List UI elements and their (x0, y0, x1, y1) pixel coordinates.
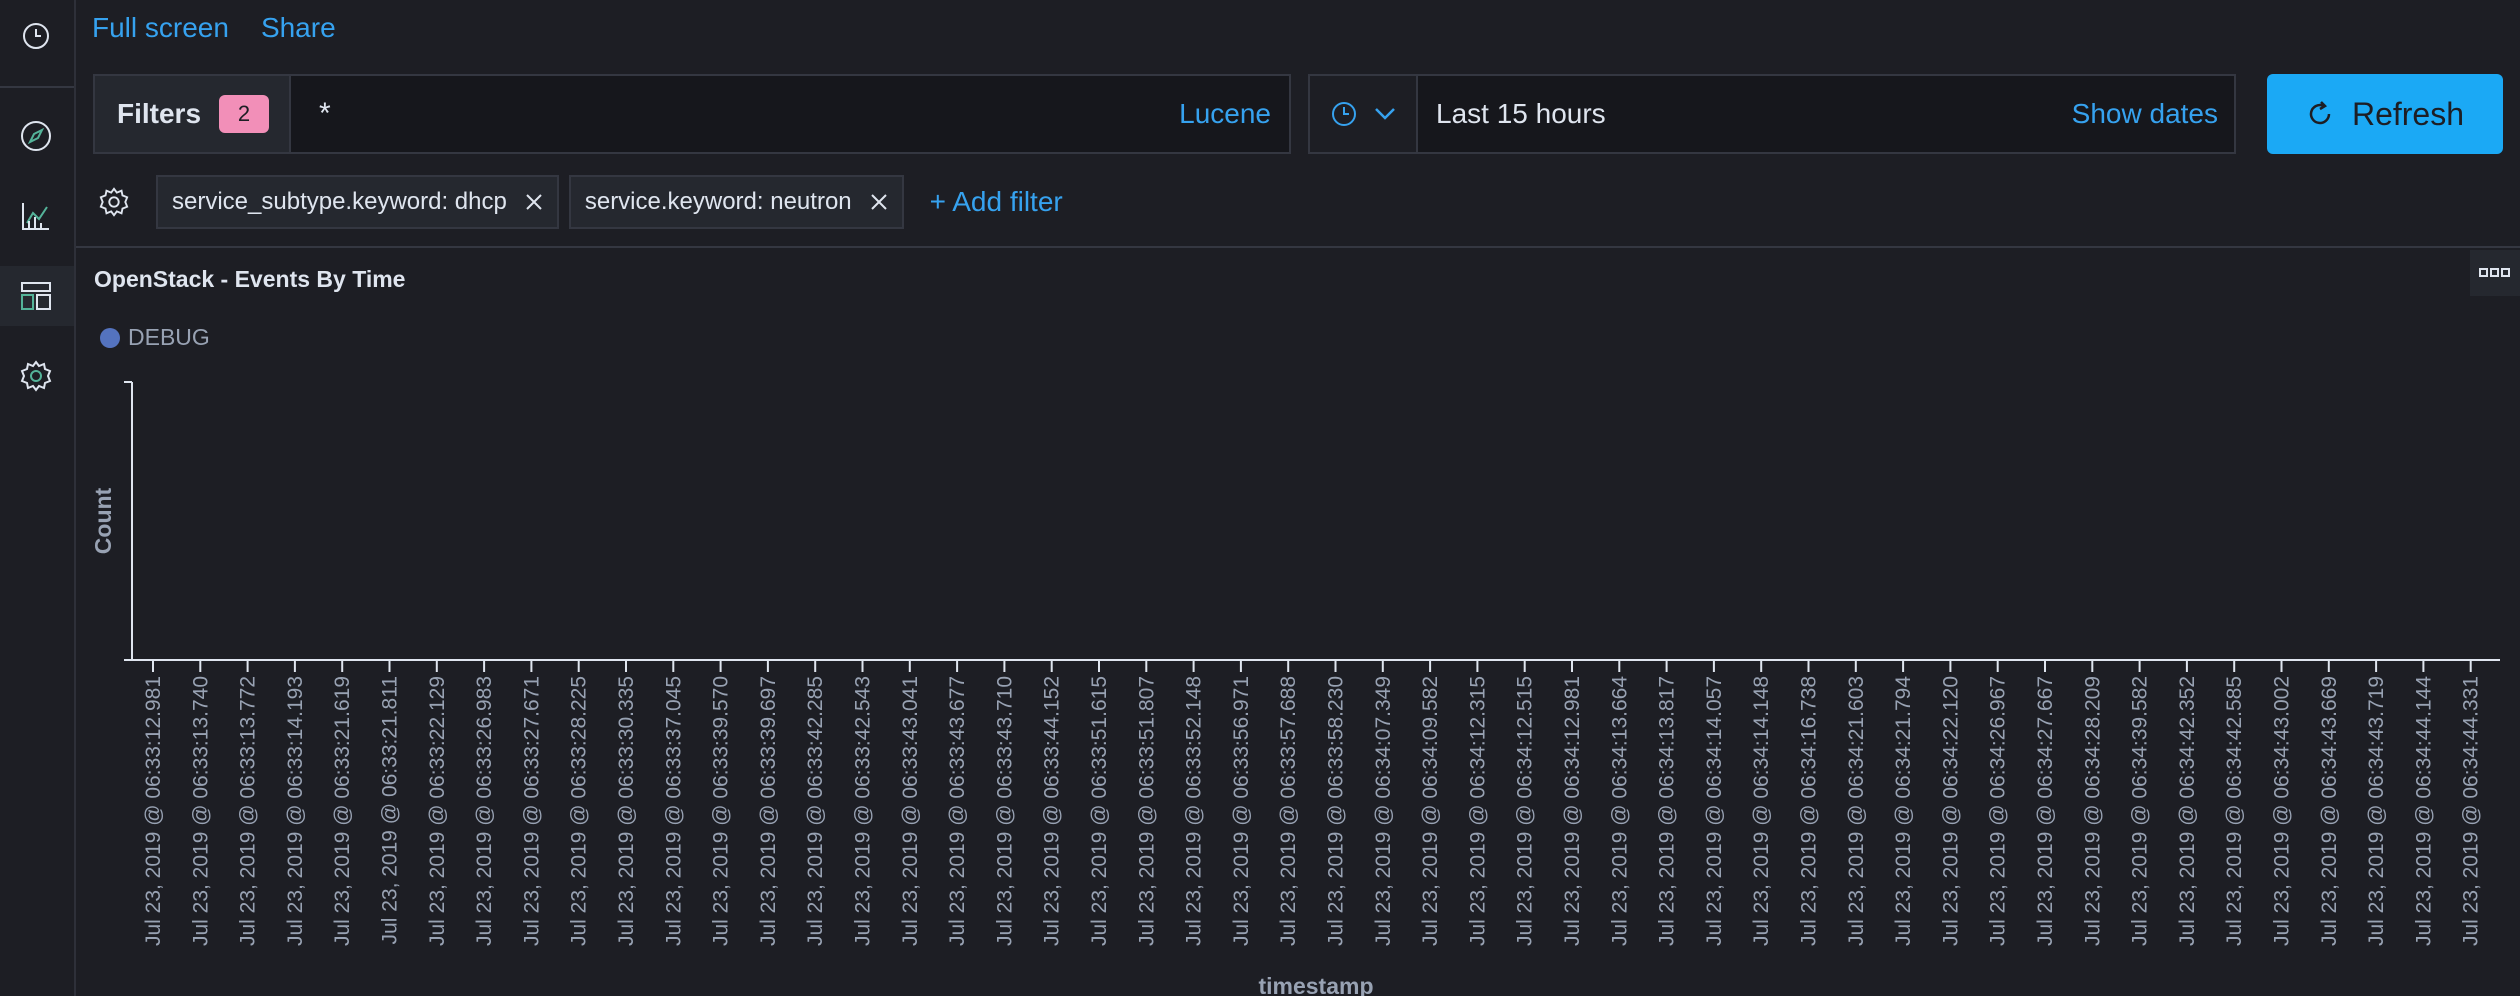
filters-count-badge: 2 (219, 95, 270, 133)
filters-label: Filters (117, 98, 202, 129)
events-chart: Count Jul 23, 2019 @ 06:33:12.981 Jul 23, … (90, 381, 2500, 996)
close-icon[interactable] (870, 193, 888, 211)
x-tick-label: Jul 23, 2019 @ 06:33:30.335 (615, 676, 638, 946)
x-tick-label: Jul 23, 2019 @ 06:34:39.582 (2129, 676, 2152, 946)
x-tick-label: Jul 23, 2019 @ 06:34:22.120 (1939, 676, 1962, 946)
panel-title: OpenStack - Events By Time (94, 266, 406, 292)
x-tick-label: Jul 23, 2019 @ 06:34:42.352 (2176, 676, 2199, 946)
query-input[interactable]: * (291, 97, 1179, 131)
legend-dot-debug[interactable] (100, 327, 120, 348)
full-screen-link[interactable]: Full screen (92, 12, 229, 44)
x-tick-label: Jul 23, 2019 @ 06:34:43.002 (2271, 676, 2294, 946)
x-tick-label: Jul 23, 2019 @ 06:33:21.619 (331, 676, 354, 946)
time-picker: Last 15 hours Show dates (1308, 74, 2236, 154)
x-tick-label: Jul 23, 2019 @ 06:33:26.983 (473, 676, 496, 946)
x-tick-label: Jul 23, 2019 @ 06:34:26.967 (1987, 676, 2010, 946)
x-tick-label: Jul 23, 2019 @ 06:33:43.041 (899, 676, 922, 946)
filter-settings-button[interactable] (92, 174, 136, 230)
panel-options-button[interactable] (2470, 250, 2520, 296)
x-tick-label: Jul 23, 2019 @ 06:33:51.615 (1088, 676, 1111, 946)
x-tick-label: Jul 23, 2019 @ 06:34:07.349 (1372, 676, 1395, 946)
time-range-text[interactable]: Last 15 hours (1418, 98, 2072, 130)
x-tick-label: Jul 23, 2019 @ 06:33:39.570 (710, 676, 733, 946)
refresh-label: Refresh (2351, 95, 2465, 132)
filter-bar: service_subtype.keyword: dhcp service.ke… (92, 174, 1063, 230)
clock-icon[interactable] (8, 8, 64, 64)
refresh-button[interactable]: Refresh (2267, 74, 2503, 154)
gear-icon (99, 187, 129, 217)
x-tick-label: Jul 23, 2019 @ 06:34:12.981 (1561, 676, 1584, 946)
x-tick-label: Jul 23, 2019 @ 06:34:16.738 (1798, 676, 1821, 946)
x-tick-label: Jul 23, 2019 @ 06:34:28.209 (2081, 676, 2104, 946)
chart-icon[interactable] (8, 188, 64, 244)
x-tick-label: Jul 23, 2019 @ 06:34:42.585 (2223, 676, 2246, 946)
x-tick-label: Jul 23, 2019 @ 06:33:22.129 (426, 676, 449, 946)
chevron-down-icon (1375, 108, 1395, 120)
x-tick-label: Jul 23, 2019 @ 06:33:42.285 (804, 676, 827, 946)
chart-legend: DEBUG (100, 324, 210, 351)
x-tick-label: Jul 23, 2019 @ 06:33:44.152 (1041, 676, 1064, 946)
x-tick-label: Jul 23, 2019 @ 06:34:09.582 (1419, 676, 1442, 946)
x-tick-label: Jul 23, 2019 @ 06:33:28.225 (568, 676, 591, 946)
x-tick-label: Jul 23, 2019 @ 06:33:57.688 (1277, 676, 1300, 946)
x-tick-label: Jul 23, 2019 @ 06:33:21.811 (379, 676, 402, 944)
x-tick-label: Jul 23, 2019 @ 06:34:43.719 (2365, 676, 2388, 946)
side-divider (0, 86, 74, 88)
compass-icon[interactable] (8, 108, 64, 164)
x-tick-label: Jul 23, 2019 @ 06:33:37.045 (662, 676, 685, 946)
close-icon[interactable] (525, 193, 543, 211)
x-tick-label: Jul 23, 2019 @ 06:33:39.697 (757, 676, 780, 946)
x-tick-label: Jul 23, 2019 @ 06:33:43.710 (993, 676, 1016, 946)
x-tick-label: Jul 23, 2019 @ 06:34:21.603 (1845, 676, 1868, 946)
refresh-icon (2309, 101, 2331, 125)
dashboard-icon[interactable] (8, 268, 64, 324)
x-tick-label: Jul 23, 2019 @ 06:34:21.794 (1892, 676, 1915, 946)
quick-time-button[interactable] (1310, 76, 1418, 152)
x-tick-label: Jul 23, 2019 @ 06:34:13.664 (1608, 676, 1631, 946)
x-tick-label: Jul 23, 2019 @ 06:34:14.148 (1750, 676, 1773, 946)
filter-pill-service[interactable]: service.keyword: neutron (568, 175, 904, 229)
x-tick-label: Jul 23, 2019 @ 06:34:14.057 (1703, 676, 1726, 946)
x-tick-label: Jul 23, 2019 @ 06:34:12.515 (1514, 676, 1537, 946)
x-tick-label: Jul 23, 2019 @ 06:33:56.971 (1230, 676, 1253, 946)
x-tick-label: Jul 23, 2019 @ 06:33:14.193 (284, 676, 307, 946)
query-language-button[interactable]: Lucene (1179, 98, 1289, 130)
clock-icon (1332, 102, 1356, 126)
share-link[interactable]: Share (261, 12, 336, 44)
x-tick-label: Jul 23, 2019 @ 06:34:44.144 (2412, 676, 2435, 946)
x-tick-label: Jul 23, 2019 @ 06:34:27.667 (2034, 676, 2057, 946)
section-divider (76, 246, 2520, 248)
side-nav (0, 0, 76, 996)
x-tick-label: Jul 23, 2019 @ 06:33:58.230 (1325, 676, 1348, 946)
x-tick-label: Jul 23, 2019 @ 06:33:27.671 (520, 676, 543, 946)
y-axis-label: Count (90, 487, 116, 554)
show-dates-link[interactable]: Show dates (2072, 98, 2234, 130)
x-tick-label: Jul 23, 2019 @ 06:33:12.981 (142, 676, 165, 946)
x-axis-label: timestamp (1258, 973, 1373, 996)
x-tick-label: Jul 23, 2019 @ 06:33:43.677 (946, 676, 969, 946)
query-bar: Filters 2 * Lucene (93, 74, 1291, 154)
more-icon (2479, 268, 2510, 277)
x-tick-label: Jul 23, 2019 @ 06:33:51.807 (1135, 676, 1158, 946)
x-tick-label: Jul 23, 2019 @ 06:34:13.817 (1656, 676, 1679, 946)
filters-button[interactable]: Filters 2 (95, 76, 291, 152)
gear-icon[interactable] (8, 348, 64, 404)
add-filter-button[interactable]: + Add filter (930, 186, 1063, 218)
filter-pill-label: service.keyword: neutron (584, 188, 852, 215)
x-tick-label: Jul 23, 2019 @ 06:34:43.669 (2318, 676, 2341, 946)
x-tick-label: Jul 23, 2019 @ 06:33:52.148 (1183, 676, 1206, 946)
legend-label-debug[interactable]: DEBUG (128, 324, 210, 351)
x-tick-label: Jul 23, 2019 @ 06:34:12.315 (1466, 676, 1489, 946)
filter-pill-label: service_subtype.keyword: dhcp (172, 188, 507, 215)
x-tick-label: Jul 23, 2019 @ 06:34:44.331 (2460, 676, 2483, 946)
x-tick-label: Jul 23, 2019 @ 06:33:42.543 (852, 676, 875, 946)
x-tick-label: Jul 23, 2019 @ 06:33:13.772 (237, 676, 260, 946)
x-tick-label: Jul 23, 2019 @ 06:33:13.740 (189, 676, 212, 946)
filter-pill-service-subtype[interactable]: service_subtype.keyword: dhcp (156, 175, 559, 229)
top-menu: Full screen Share (92, 12, 336, 44)
